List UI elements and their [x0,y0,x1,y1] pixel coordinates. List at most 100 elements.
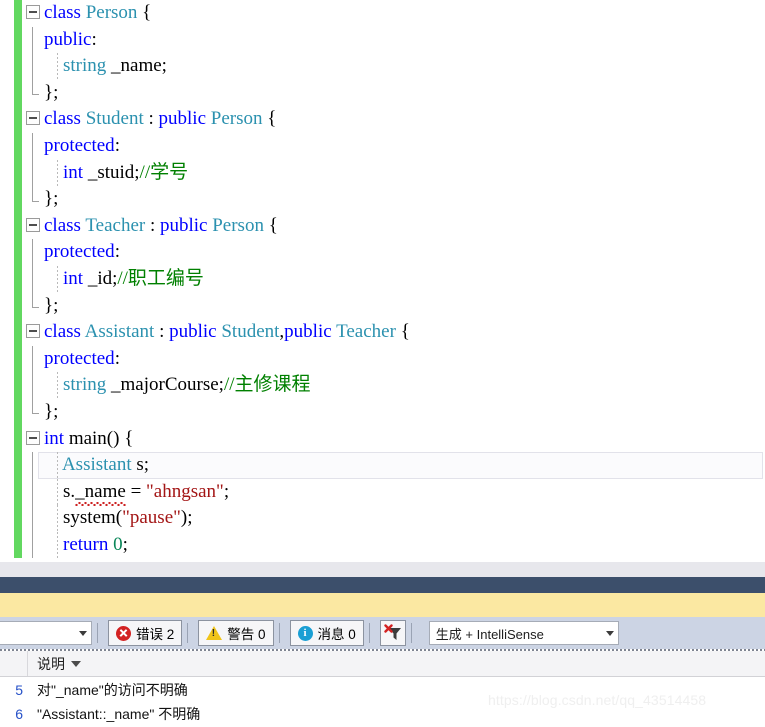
code-token: public [284,321,332,343]
description-column-header[interactable]: 说明 [28,654,81,674]
collapse-region-icon[interactable] [26,217,40,232]
message-filter-label: 消息 0 [317,627,356,642]
code-line[interactable]: class Teacher : public Person { [0,212,765,240]
outlining-gutter[interactable] [22,531,44,559]
code-token: Assistant [61,454,132,476]
outlining-gutter[interactable] [22,505,44,532]
code-line-content: protected: [44,133,765,160]
code-token: : [114,347,120,369]
outlining-gutter[interactable] [22,398,44,426]
change-bar [14,186,22,213]
outlining-gutter[interactable] [22,132,44,160]
collapse-region-icon[interactable] [26,5,40,19]
code-token: public [159,214,208,236]
code-token: { [263,214,278,236]
collapse-region-icon[interactable] [26,324,40,339]
outlining-gutter[interactable] [22,213,44,240]
code-text-area[interactable]: class Person {public: string _name;}; cla… [0,0,765,559]
outlining-gutter[interactable] [22,79,44,107]
code-token: = [125,480,147,502]
code-line[interactable]: class Assistant : public Student,public … [0,319,765,346]
code-line[interactable]: string _majorCourse;//主修课程 [0,372,765,399]
error-list-grid[interactable]: 说明 5 对"_name"的访问不明确 6 "Assistant::_name"… [0,649,765,727]
change-bar [14,132,22,160]
code-line[interactable]: Assistant s; [0,452,765,479]
clear-filter-button[interactable] [379,620,406,646]
indent-guide [57,452,58,479]
code-line-content: class Teacher : public Person { [44,213,765,240]
code-token: s; [131,454,150,476]
outlining-gutter[interactable] [22,159,44,187]
code-line[interactable]: protected: [0,239,765,266]
outlining-bracket [32,505,33,532]
code-line[interactable]: protected: [0,345,765,373]
outlining-gutter[interactable] [22,53,44,80]
code-line-content: Assistant s; [44,452,765,479]
outlining-bracket [32,345,33,373]
message-filter-toggle[interactable]: i 消息 0 [289,620,364,646]
code-line[interactable]: public: [0,26,765,54]
code-editor[interactable]: class Person {public: string _name;}; cla… [0,0,765,562]
outlining-gutter[interactable] [22,239,44,266]
code-line[interactable]: class Student : public Person { [0,106,765,133]
code-token: Person [212,214,264,236]
outlining-bracket [32,132,33,160]
outlining-gutter[interactable] [22,345,44,373]
toolbar-separator [278,623,280,643]
outlining-gutter[interactable] [22,478,44,506]
change-bar [14,159,22,187]
code-line[interactable]: }; [0,398,765,426]
error-list-toolbar: 错误 2 警告 0 i 消息 0 [0,617,765,649]
outlining-gutter[interactable] [22,426,44,453]
code-line[interactable]: class Person { [0,0,765,27]
collapse-region-icon[interactable] [26,111,40,126]
code-line[interactable]: string _name; [0,53,765,80]
code-line-content: int _id;//职工编号 [44,265,765,293]
code-line[interactable]: int main() { [0,425,765,453]
code-token: Assistant [84,321,155,343]
outlining-gutter[interactable] [22,0,44,27]
code-line[interactable]: }; [0,79,765,107]
build-intellisense-combobox[interactable]: 生成 + IntelliSense [428,621,619,645]
warning-filter-toggle[interactable]: 警告 0 [198,620,274,646]
code-line[interactable]: return 0; [0,531,765,559]
notification-strip [0,593,765,617]
code-line[interactable]: int _id;//职工编号 [0,265,765,293]
table-row[interactable]: 5 对"_name"的访问不明确 [0,678,765,702]
code-token: { [262,108,277,130]
change-bar [14,26,22,54]
code-line[interactable]: }; [0,292,765,320]
outlining-gutter[interactable] [22,26,44,54]
code-line[interactable]: }; [0,186,765,213]
code-token: public [169,321,217,343]
code-line[interactable]: system("pause"); [0,505,765,532]
outlining-gutter[interactable] [22,106,44,133]
error-list-header-row: 说明 [0,651,765,677]
change-bar [14,265,22,293]
change-bar [14,505,22,532]
outlining-gutter[interactable] [22,372,44,399]
code-token: { [137,2,152,23]
code-token: system( [44,507,123,529]
table-row[interactable]: 6 "Assistant::_name" 不明确 [0,702,765,726]
pane-splitter-bar[interactable] [0,577,765,593]
code-line[interactable]: int _stuid;//学号 [0,159,765,187]
outlining-bracket [32,292,39,309]
description-column-label: 说明 [37,655,65,672]
scope-filter-combobox[interactable] [0,621,92,645]
code-column-header[interactable] [0,651,28,676]
code-line[interactable]: s._name = "ahngsan"; [0,478,765,506]
collapse-region-icon[interactable] [26,430,40,445]
indent-guide [57,265,58,293]
error-filter-toggle[interactable]: 错误 2 [108,620,183,646]
outlining-gutter[interactable] [22,319,44,346]
code-line-content: string _name; [44,53,765,80]
code-token: s. [44,480,76,502]
outlining-gutter[interactable] [22,186,44,213]
code-line[interactable]: protected: [0,132,765,160]
code-token: 0 [113,533,123,555]
outlining-gutter[interactable] [22,292,44,320]
toolbar-separator [97,623,98,643]
outlining-gutter[interactable] [22,265,44,293]
